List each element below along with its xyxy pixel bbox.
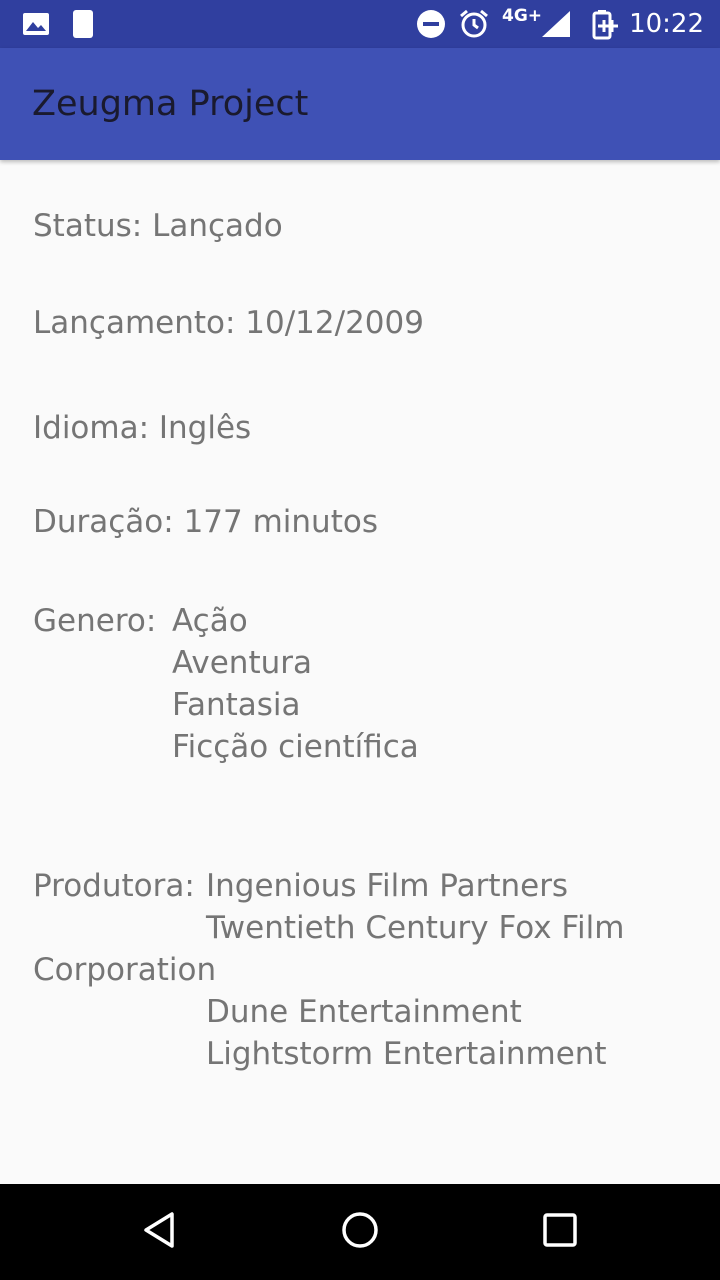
do-not-disturb-icon [416,0,446,48]
phone-icon [72,0,94,48]
genre-list: Ação Aventura Fantasia Ficção científica [172,600,419,768]
release-date-text: Lançamento: 10/12/2009 [33,305,424,341]
genre-item: Aventura [172,645,312,681]
genre-item: Ficção científica [172,729,419,765]
genre-item: Fantasia [172,687,301,723]
genre-item: Ação [172,603,248,639]
status-bar: 4G+ 10:22 [0,0,720,48]
movie-details: Status: Lançado Lançamento: 10/12/2009 I… [0,160,720,1184]
clock: 10:22 [629,9,704,39]
producer-item: Twentieth Century Fox Film [206,910,625,946]
home-button[interactable] [312,1184,408,1280]
genre-label: Genero: [33,603,157,639]
app-bar: Zeugma Project [0,48,720,160]
producer-label: Produtora: [33,868,195,904]
recents-icon [540,1210,580,1254]
image-icon [22,0,50,48]
producer-item: Dune Entertainment [206,994,522,1030]
signal-icon [540,0,572,48]
status-text: Status: Lançado [33,208,283,244]
app-title: Zeugma Project [32,84,309,124]
back-button[interactable] [112,1184,208,1280]
network-type-label: 4G+ [502,6,543,26]
home-icon [340,1210,380,1254]
producer-item: Ingenious Film Partners [206,868,569,904]
producer-item: Lightstorm Entertainment [206,1036,607,1072]
battery-charging-icon [590,0,620,48]
producer-item-continued: Corporation [33,952,217,988]
navigation-bar [0,1184,720,1280]
duration-text: Duração: 177 minutos [33,504,378,540]
language-text: Idioma: Inglês [33,410,252,446]
back-icon [140,1210,180,1254]
recents-button[interactable] [512,1184,608,1280]
alarm-icon [458,0,490,48]
